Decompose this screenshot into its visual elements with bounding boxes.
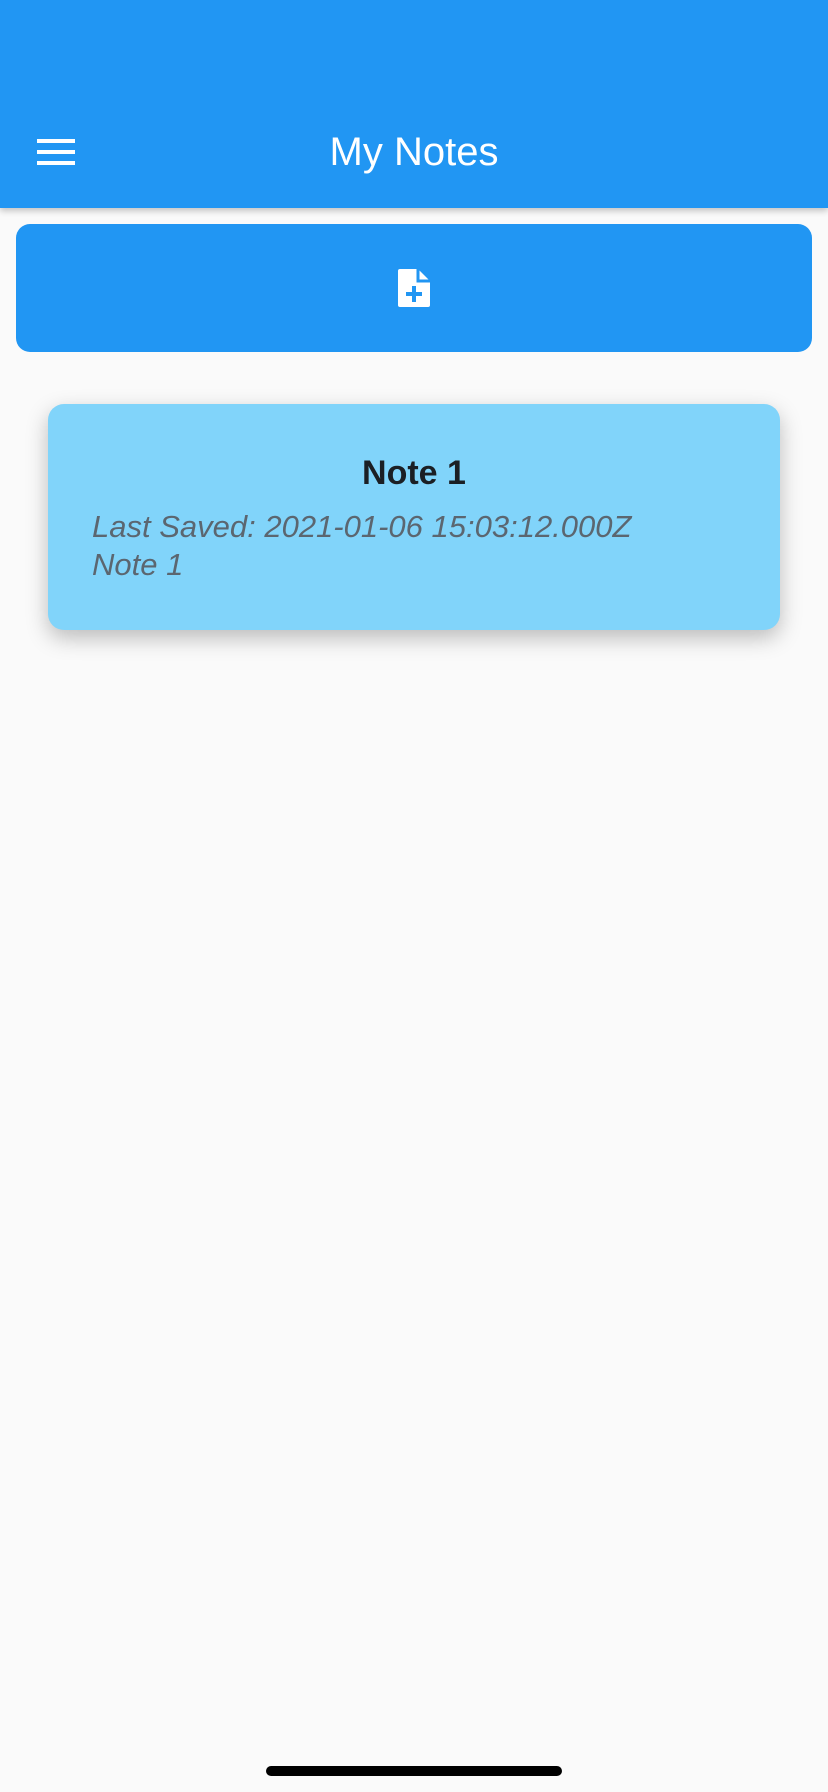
note-card[interactable]: Note 1 Last Saved: 2021-01-06 15:03:12.0… (48, 404, 780, 630)
menu-button[interactable] (22, 122, 90, 182)
page-title: My Notes (329, 130, 499, 174)
note-body-preview: Note 1 (92, 547, 184, 582)
note-add-icon (396, 267, 432, 309)
note-details: Last Saved: 2021-01-06 15:03:12.000Z Not… (92, 508, 736, 584)
app-bar: My Notes (0, 0, 828, 208)
home-indicator (266, 1766, 562, 1776)
add-note-button[interactable] (16, 224, 812, 352)
note-last-saved: Last Saved: 2021-01-06 15:03:12.000Z (92, 509, 632, 544)
menu-icon (37, 139, 75, 165)
note-title: Note 1 (362, 454, 466, 492)
